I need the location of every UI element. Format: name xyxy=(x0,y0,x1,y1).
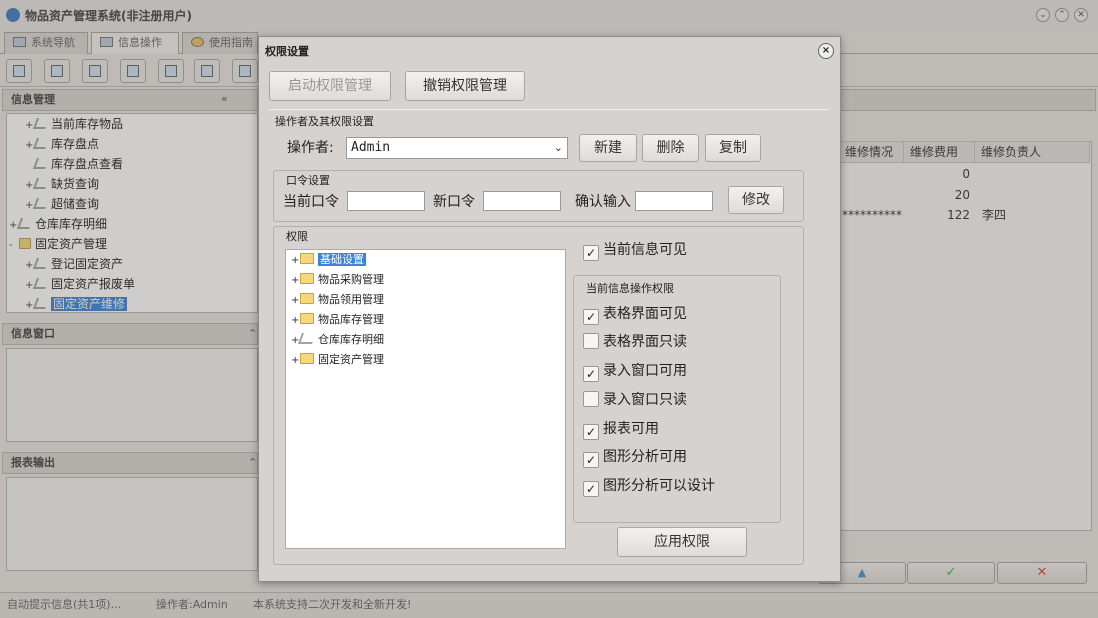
ops-checkbox[interactable]: 录入窗口只读 xyxy=(583,390,687,410)
permission-group-title: 权限 xyxy=(284,228,310,244)
folder-icon xyxy=(300,313,314,324)
confirm-password-input[interactable] xyxy=(635,191,713,211)
current-password-label: 当前口令 xyxy=(283,194,339,210)
modify-password-button[interactable]: 修改 xyxy=(728,186,784,214)
ops-checkbox[interactable]: 表格界面只读 xyxy=(583,332,687,352)
chevron-down-icon: ⌄ xyxy=(553,141,563,154)
password-group-title: 口令设置 xyxy=(284,172,332,188)
perm-tree-label: 固定资产管理 xyxy=(318,353,384,366)
checkbox-label: 表格界面只读 xyxy=(603,334,687,350)
checkbox-unchecked-icon xyxy=(583,391,599,407)
perm-tree-label: 基础设置 xyxy=(318,253,366,266)
perm-tree-label: 物品采购管理 xyxy=(318,273,384,286)
perm-tree-label: 仓库库存明细 xyxy=(318,333,384,346)
new-password-label: 新口令 xyxy=(433,194,475,210)
current-info-visible-checkbox[interactable]: ✓ 当前信息可见 xyxy=(583,240,687,261)
checkbox-label: 报表可用 xyxy=(603,421,659,437)
checkbox-label: 录入窗口可用 xyxy=(603,363,687,379)
current-password-input[interactable] xyxy=(347,191,425,211)
ops-checkbox[interactable]: ✓ 图形分析可以设计 xyxy=(583,476,715,497)
checkbox-label: 当前信息可见 xyxy=(603,242,687,258)
dialog-title: 权限设置 xyxy=(265,45,309,58)
perm-tree-item[interactable]: + 物品库存管理 xyxy=(291,311,384,329)
ops-checkbox[interactable]: ✓ 录入窗口可用 xyxy=(583,361,687,382)
permission-tree: + 基础设置 + 物品采购管理 + 物品领用管理 + 物品库存管理 + 仓库库存明细 + 固… xyxy=(285,249,566,549)
divider xyxy=(269,109,829,110)
checkbox-checked-icon: ✓ xyxy=(583,452,599,468)
folder-icon xyxy=(300,293,314,304)
delete-operator-button[interactable]: 删除 xyxy=(642,134,699,162)
ops-group-title: 当前信息操作权限 xyxy=(584,280,676,296)
enable-permission-button[interactable]: 启动权限管理 xyxy=(269,71,391,101)
checkbox-checked-icon: ✓ xyxy=(583,245,599,261)
ops-checkbox[interactable]: ✓ 图形分析可用 xyxy=(583,447,687,468)
folder-icon xyxy=(300,273,314,284)
checkbox-checked-icon: ✓ xyxy=(583,366,599,382)
checkbox-checked-icon: ✓ xyxy=(583,481,599,497)
folder-icon xyxy=(300,353,314,364)
perm-tree-label: 物品领用管理 xyxy=(318,293,384,306)
perm-tree-item[interactable]: + 物品采购管理 xyxy=(291,271,384,289)
operator-section-title: 操作者及其权限设置 xyxy=(275,115,374,128)
checkbox-label: 图形分析可用 xyxy=(603,449,687,465)
operator-select[interactable]: Admin ⌄ xyxy=(346,137,568,159)
apply-permission-button[interactable]: 应用权限 xyxy=(617,527,747,557)
folder-icon xyxy=(300,253,314,264)
tool-icon xyxy=(297,333,317,344)
checkbox-label: 表格界面可见 xyxy=(603,306,687,322)
perm-tree-item[interactable]: + 固定资产管理 xyxy=(291,351,384,369)
revoke-permission-button[interactable]: 撤销权限管理 xyxy=(405,71,525,101)
ops-checkbox[interactable]: ✓ 表格界面可见 xyxy=(583,304,687,325)
operator-label: 操作者: xyxy=(287,140,334,156)
checkbox-checked-icon: ✓ xyxy=(583,309,599,325)
perm-tree-item[interactable]: + 基础设置 xyxy=(291,251,366,269)
checkbox-label: 图形分析可以设计 xyxy=(603,478,715,494)
operator-select-value: Admin xyxy=(351,140,391,155)
perm-tree-item[interactable]: + 物品领用管理 xyxy=(291,291,384,309)
perm-tree-item[interactable]: + 仓库库存明细 xyxy=(291,331,384,349)
checkbox-checked-icon: ✓ xyxy=(583,424,599,440)
copy-operator-button[interactable]: 复制 xyxy=(705,134,761,162)
new-operator-button[interactable]: 新建 xyxy=(579,134,637,162)
ops-checkbox[interactable]: ✓ 报表可用 xyxy=(583,419,659,440)
close-icon[interactable]: × xyxy=(818,43,834,59)
checkbox-label: 录入窗口只读 xyxy=(603,392,687,408)
perm-tree-label: 物品库存管理 xyxy=(318,313,384,326)
new-password-input[interactable] xyxy=(483,191,561,211)
checkbox-unchecked-icon xyxy=(583,333,599,349)
permission-dialog: 权限设置 × 启动权限管理 撤销权限管理 操作者及其权限设置 操作者: Admi… xyxy=(258,36,841,582)
confirm-password-label: 确认输入 xyxy=(575,194,631,210)
